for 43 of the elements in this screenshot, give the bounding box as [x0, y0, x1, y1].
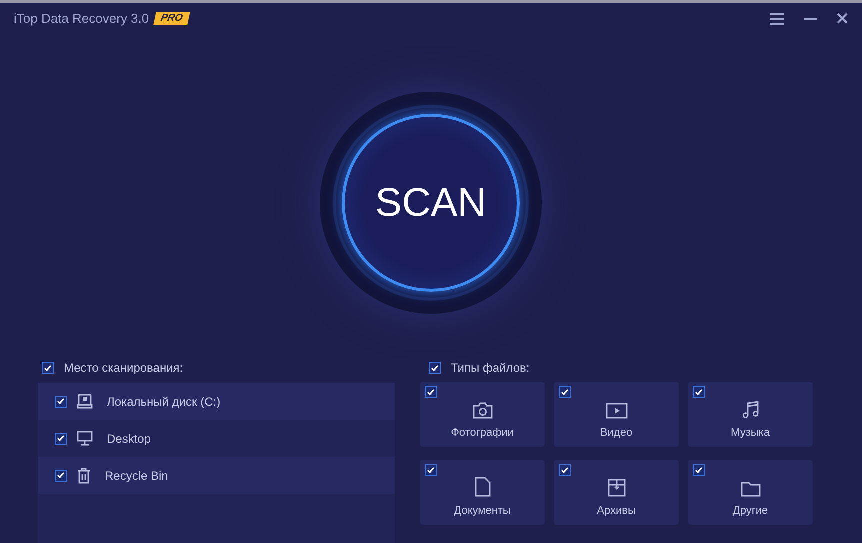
folder-icon — [740, 481, 760, 497]
file-type-label: Фотографии — [451, 427, 514, 440]
checkbox[interactable] — [693, 386, 705, 398]
checkbox[interactable] — [55, 396, 67, 408]
close-icon[interactable] — [837, 13, 848, 24]
window-title: iTop Data Recovery 3.0 — [14, 10, 150, 28]
checkbox[interactable] — [429, 362, 441, 374]
music-note-icon — [742, 401, 760, 419]
document-icon — [474, 477, 490, 497]
minimize-icon[interactable] — [804, 18, 817, 20]
checkbox[interactable] — [55, 470, 67, 482]
file-type-label: Видео — [600, 427, 633, 440]
monitor-icon — [77, 431, 93, 446]
file-type-tile[interactable]: Музыка — [688, 382, 813, 447]
location-label: Локальный диск (C:) — [107, 394, 221, 410]
checkbox[interactable] — [559, 386, 571, 398]
scan-button[interactable]: SCAN — [342, 114, 520, 292]
file-type-label: Другие — [732, 505, 768, 518]
archive-box-icon — [608, 479, 626, 497]
location-label: Desktop — [107, 430, 152, 448]
file-type-label: Документы — [454, 505, 511, 518]
file-type-label: Музыка — [731, 427, 770, 440]
menu-icon[interactable] — [770, 12, 784, 25]
play-icon — [606, 403, 628, 419]
section-label: Типы файлов: — [451, 360, 530, 377]
checkbox[interactable] — [425, 464, 437, 476]
location-label: Recycle Bin — [105, 468, 168, 484]
pro-badge: PRO — [154, 12, 190, 26]
checkbox[interactable] — [693, 464, 705, 476]
section-label: Место сканирования: — [64, 360, 184, 377]
file-type-tile[interactable]: Архивы — [554, 460, 679, 525]
checkbox[interactable] — [55, 432, 67, 444]
camera-icon — [472, 402, 492, 419]
checkbox[interactable] — [559, 464, 571, 476]
trash-icon — [77, 468, 91, 484]
file-type-label: Архивы — [597, 505, 636, 518]
checkbox[interactable] — [425, 386, 437, 398]
checkbox[interactable] — [42, 362, 54, 374]
file-type-tile[interactable]: Другие — [688, 460, 813, 525]
file-type-tile[interactable]: Документы — [420, 460, 545, 525]
file-type-tile[interactable]: Видео — [554, 382, 679, 447]
file-type-tile[interactable]: Фотографии — [420, 382, 545, 447]
drive-icon — [77, 394, 93, 409]
